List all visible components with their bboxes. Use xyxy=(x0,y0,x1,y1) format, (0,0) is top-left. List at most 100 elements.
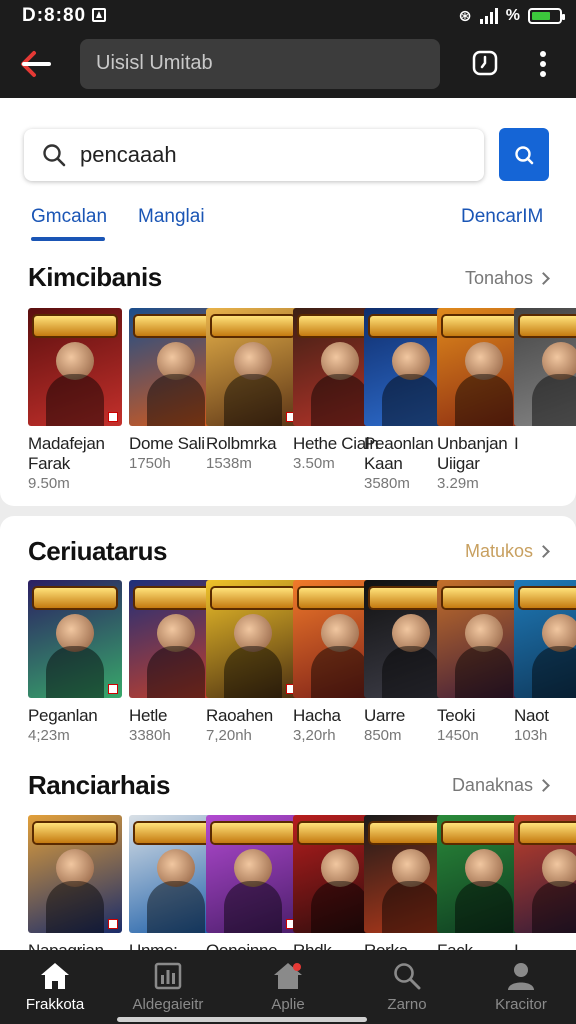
status-bar: D:8:80 ⊛ % xyxy=(0,0,576,32)
cover-body xyxy=(46,646,104,698)
cover-logo-band xyxy=(34,316,116,336)
chart-icon xyxy=(151,960,185,992)
game-name: Naot xyxy=(514,706,549,725)
game-tile[interactable]: Peganlan 4;23m xyxy=(28,580,122,746)
section-title: Ranciarhais xyxy=(28,770,170,800)
cover-logo-band xyxy=(212,823,294,843)
cover-logo-band xyxy=(135,316,217,336)
game-tile[interactable]: Oonoinne xyxy=(206,815,300,950)
cover-body xyxy=(532,881,576,933)
section-more-link[interactable]: Matukos xyxy=(464,541,550,562)
more-options-button[interactable] xyxy=(530,48,556,80)
search-box[interactable] xyxy=(24,129,484,181)
status-icons: ⊛ % xyxy=(458,6,565,26)
search-input[interactable] xyxy=(80,142,460,168)
bottom-navigation: Frakkota Aldegaieitr Aplie Zarno Kracito… xyxy=(0,950,576,1024)
cover-body xyxy=(382,881,440,933)
page-title-field[interactable]: Uisisl Umitab xyxy=(80,39,440,89)
game-size: 103h xyxy=(514,727,548,744)
nav-label: Frakkota xyxy=(25,996,85,1013)
cover-badge xyxy=(108,412,118,422)
cover-logo-band xyxy=(443,316,525,336)
nav-item-store[interactable]: Aplie xyxy=(233,960,343,1013)
game-name: Madafejan Farak xyxy=(28,434,105,473)
game-name: Oonoinne xyxy=(206,941,300,950)
tab-dencarim[interactable]: DencarIM xyxy=(461,206,543,228)
game-size: 1538m xyxy=(206,455,252,472)
history-button[interactable] xyxy=(470,48,500,78)
cover-body xyxy=(532,374,576,426)
search-icon xyxy=(515,145,534,164)
tab-manglai[interactable]: Manglai xyxy=(138,206,205,228)
top-card: Gmcalan Manglai DencarIM Kimcibanis Tona… xyxy=(0,98,576,506)
nav-item-profile[interactable]: Kracitor xyxy=(466,960,576,1013)
game-tile[interactable]: Rolbmrka 1538m xyxy=(206,308,300,474)
chevron-right-icon xyxy=(537,779,550,792)
game-tile[interactable]: Naot 103h xyxy=(514,580,576,746)
nav-item-chart[interactable]: Aldegaieitr xyxy=(113,960,223,1013)
game-name: Raoahen xyxy=(206,706,273,725)
game-size: 9.50m xyxy=(28,475,70,492)
nav-label: Zarno xyxy=(387,996,427,1013)
game-tile[interactable]: I xyxy=(514,308,576,454)
store-icon xyxy=(271,960,305,992)
cover-body xyxy=(382,374,440,426)
cover-body xyxy=(311,646,369,698)
game-cover-art xyxy=(514,815,576,933)
cover-logo-band xyxy=(34,588,116,608)
cover-logo-band xyxy=(520,588,576,608)
cover-body xyxy=(46,881,104,933)
section-title: Ceriuatarus xyxy=(28,536,168,566)
game-tile[interactable]: Madafejan Farak 9.50m xyxy=(28,308,122,494)
game-tile[interactable]: Raoahen 7,20nh xyxy=(206,580,300,746)
nav-label: Kracitor xyxy=(495,996,547,1013)
nav-item-search[interactable]: Zarno xyxy=(352,960,462,1013)
search-icon xyxy=(43,144,66,167)
section-more-link[interactable]: Danaknas xyxy=(451,775,550,796)
clock-icon xyxy=(472,50,498,76)
section-more-label: Danaknas xyxy=(451,775,533,795)
main-content[interactable]: Gmcalan Manglai DencarIM Kimcibanis Tona… xyxy=(0,98,576,950)
cover-logo-band xyxy=(520,316,576,336)
cover-logo-band xyxy=(520,823,576,843)
back-button[interactable] xyxy=(16,46,56,82)
cover-body xyxy=(532,646,576,698)
tab-bar: Gmcalan Manglai DencarIM xyxy=(0,202,576,242)
bottom-card: Ceriuatarus Matukos Peganlan 4;23m Hetle 33… xyxy=(0,516,576,950)
more-vertical-icon xyxy=(540,51,546,77)
search-button[interactable] xyxy=(499,128,549,181)
game-tile[interactable]: Napagrian xyxy=(28,815,122,950)
cover-body xyxy=(46,374,104,426)
game-cover-art xyxy=(28,308,122,426)
cover-body xyxy=(147,646,205,698)
cover-body xyxy=(455,374,513,426)
game-name: Rolbmrka xyxy=(206,434,277,453)
home-indicator xyxy=(117,1017,367,1022)
cover-logo-band xyxy=(34,823,116,843)
game-name: I xyxy=(514,941,576,950)
cover-logo-band xyxy=(135,588,217,608)
tab-active-indicator xyxy=(31,237,105,241)
bluetooth-icon: ⊛ xyxy=(458,8,472,25)
nav-item-home[interactable]: Frakkota xyxy=(0,960,110,1013)
nav-label: Aplie xyxy=(271,996,305,1013)
game-cover-art xyxy=(514,580,576,698)
status-time: D:8:80 xyxy=(22,5,87,26)
section-more-label: Matukos xyxy=(464,541,533,561)
app-bar: Uisisl Umitab xyxy=(0,32,576,98)
game-cover-art xyxy=(206,308,300,426)
cover-body xyxy=(224,646,282,698)
cover-logo-band xyxy=(443,588,525,608)
cover-body xyxy=(455,646,513,698)
battery-percent: % xyxy=(505,7,520,24)
game-cover-art xyxy=(514,308,576,426)
game-size: 7,20nh xyxy=(206,727,252,744)
section-more-label: Tonahos xyxy=(464,268,533,288)
game-size: 4;23m xyxy=(28,727,70,744)
chevron-right-icon xyxy=(537,545,550,558)
section-more-link[interactable]: Tonahos xyxy=(464,268,550,289)
cover-logo-band xyxy=(135,823,217,843)
tab-gmcalan[interactable]: Gmcalan xyxy=(31,206,107,228)
game-tile[interactable]: I xyxy=(514,815,576,950)
cover-body xyxy=(455,881,513,933)
